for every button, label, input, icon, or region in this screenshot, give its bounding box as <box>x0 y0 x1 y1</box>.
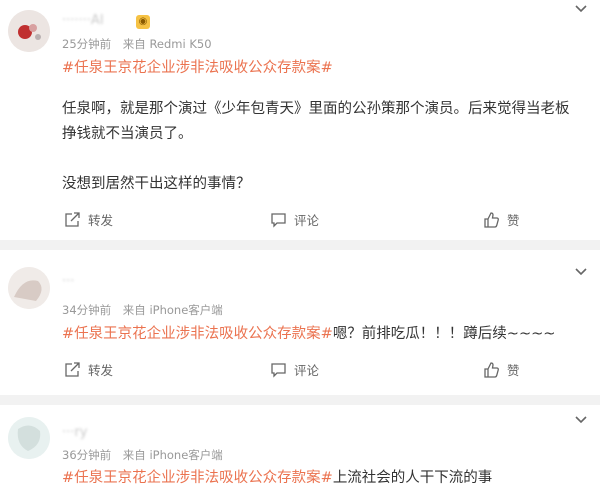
post-content: 任泉啊，就是那个演过《少年包青天》里面的公孙策那个演员。后来觉得当老板挣钱就不当… <box>62 97 582 197</box>
comment-icon <box>271 212 286 228</box>
username[interactable]: ·······AI <box>62 13 104 28</box>
repost-button[interactable]: 转发 <box>64 360 113 379</box>
divider <box>0 240 600 250</box>
post-2: ··· 34分钟前 来自 iPhone客户端 #任泉王京花企业涉非法吸收公众存款… <box>0 250 600 395</box>
like-icon <box>484 361 499 378</box>
post-source: 来自 iPhone客户端 <box>122 448 223 462</box>
repost-button[interactable]: 转发 <box>64 210 113 229</box>
like-label: 赞 <box>507 363 520 378</box>
like-button[interactable]: 赞 <box>483 210 520 229</box>
post-text: 嗯？前排吃瓜！！！蹲后续~~~~ <box>332 326 556 342</box>
post-3: ···ry 36分钟前 来自 iPhone客户端 #任泉王京花企业涉非法吸收公众… <box>0 405 600 487</box>
like-button[interactable]: 赞 <box>483 360 520 379</box>
vip-badge-icon: ◉ <box>136 15 150 29</box>
post-source: 来自 Redmi K50 <box>122 37 212 51</box>
post-meta: 36分钟前 来自 iPhone客户端 <box>62 447 223 463</box>
post-content: #任泉王京花企业涉非法吸收公众存款案#嗯？前排吃瓜！！！蹲后续~~~~ <box>62 322 555 343</box>
topic-link[interactable]: #任泉王京花企业涉非法吸收公众存款案# <box>62 56 333 77</box>
comment-label: 评论 <box>294 363 320 378</box>
avatar[interactable] <box>8 417 50 459</box>
post-meta: 34分钟前 来自 iPhone客户端 <box>62 302 223 318</box>
like-label: 赞 <box>507 213 520 228</box>
chevron-down-icon[interactable] <box>574 413 588 429</box>
post-time: 34分钟前 <box>62 303 112 317</box>
avatar[interactable] <box>8 267 50 309</box>
chevron-down-icon[interactable] <box>574 2 588 18</box>
post-text: 上流社会的人干下流的事 <box>332 470 493 486</box>
post-meta: 25分钟前 来自 Redmi K50 <box>62 36 212 52</box>
post-time: 36分钟前 <box>62 448 112 462</box>
post-time: 25分钟前 <box>62 37 112 51</box>
post-1: ·······AI ◉ 25分钟前 来自 Redmi K50 #任泉王京花企业涉… <box>0 0 600 240</box>
topic-link[interactable]: #任泉王京花企业涉非法吸收公众存款案# <box>62 326 333 342</box>
comment-label: 评论 <box>294 213 320 228</box>
username[interactable]: ··· <box>62 274 74 289</box>
repost-icon <box>65 361 80 377</box>
chevron-down-icon[interactable] <box>574 265 588 281</box>
username[interactable]: ···ry <box>62 425 87 440</box>
repost-label: 转发 <box>88 363 114 378</box>
comment-button[interactable]: 评论 <box>270 210 319 229</box>
post-content: #任泉王京花企业涉非法吸收公众存款案#上流社会的人干下流的事 <box>62 466 492 487</box>
post-paragraph: 没想到居然干出这样的事情？ <box>62 176 251 192</box>
repost-label: 转发 <box>88 213 114 228</box>
avatar[interactable] <box>8 10 50 52</box>
topic-link[interactable]: #任泉王京花企业涉非法吸收公众存款案# <box>62 470 333 486</box>
like-icon <box>484 211 499 228</box>
comment-button[interactable]: 评论 <box>270 360 319 379</box>
comment-icon <box>271 362 286 378</box>
post-paragraph: 任泉啊，就是那个演过《少年包青天》里面的公孙策那个演员。后来觉得当老板挣钱就不当… <box>62 101 570 142</box>
divider <box>0 395 600 405</box>
repost-icon <box>65 211 80 227</box>
post-source: 来自 iPhone客户端 <box>122 303 223 317</box>
